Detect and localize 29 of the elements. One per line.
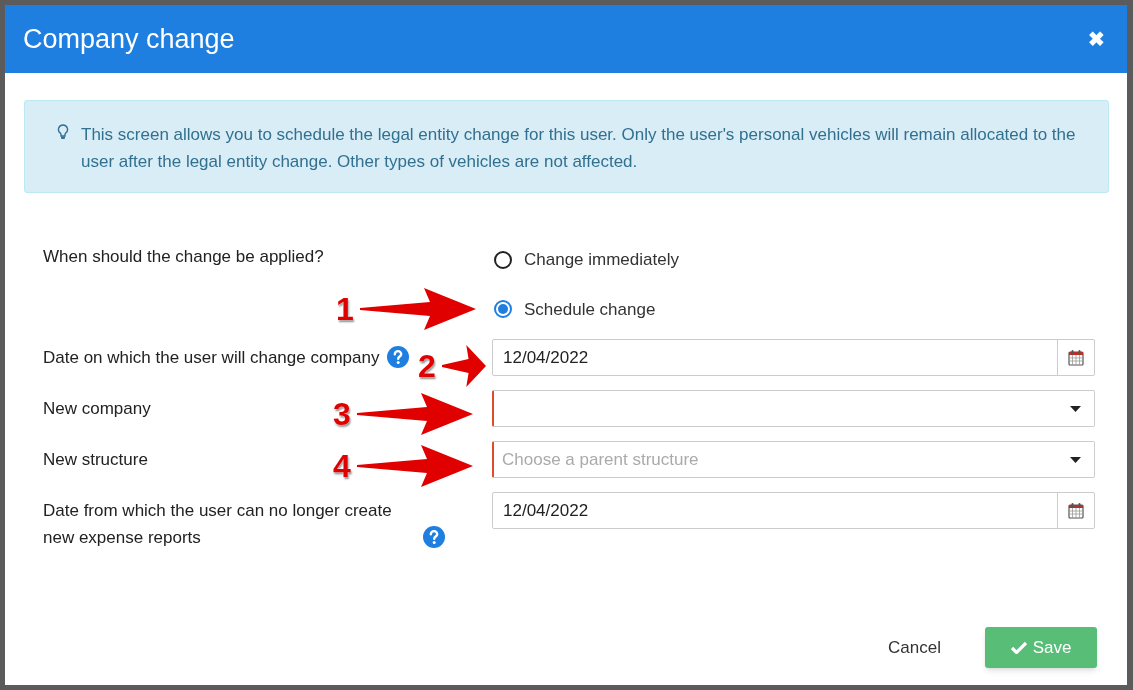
caret-icon	[1070, 405, 1081, 412]
help-icon[interactable]	[423, 526, 445, 548]
select-field[interactable]	[492, 390, 1095, 427]
lightbulb-icon	[57, 124, 69, 140]
pointer-arrow	[441, 344, 486, 388]
field-label: Date on which the user will change company	[43, 347, 380, 369]
dialog-title: Company change	[23, 22, 235, 56]
callout-number: 1	[336, 293, 354, 325]
checkmark-icon	[1010, 641, 1027, 654]
field-label: New company	[43, 398, 151, 420]
close-button[interactable]: ✖	[1088, 29, 1105, 49]
radio-button[interactable]	[494, 300, 512, 319]
help-icon[interactable]	[387, 346, 410, 368]
callout-number: 2	[418, 350, 436, 382]
field-label: New structure	[43, 449, 148, 471]
field-label: Date from which the user can no longer create new expense reports	[43, 500, 393, 549]
info-text: This screen allows you to schedule the legal entity change for this user. Only the user's personal vehicles will remain allocated to the user after the legal entity change. Other types of vehicles are not affected.	[81, 124, 1077, 173]
callout-number: 3	[333, 398, 351, 430]
radio-label[interactable]: Schedule change	[524, 296, 656, 322]
cancel-button[interactable]: Cancel	[888, 634, 941, 661]
date-field[interactable]: 12/04/2022	[492, 339, 1095, 376]
radio-button[interactable]	[494, 250, 512, 269]
field-label: When should the change be applied?	[43, 247, 324, 266]
calendar-icon	[1068, 349, 1084, 366]
calendar-icon	[1068, 502, 1084, 519]
date-field[interactable]: 12/04/2022	[492, 492, 1095, 529]
radio-label[interactable]: Change immediately	[524, 247, 679, 273]
callout-number: 4	[333, 450, 351, 482]
caret-icon	[1070, 456, 1081, 463]
